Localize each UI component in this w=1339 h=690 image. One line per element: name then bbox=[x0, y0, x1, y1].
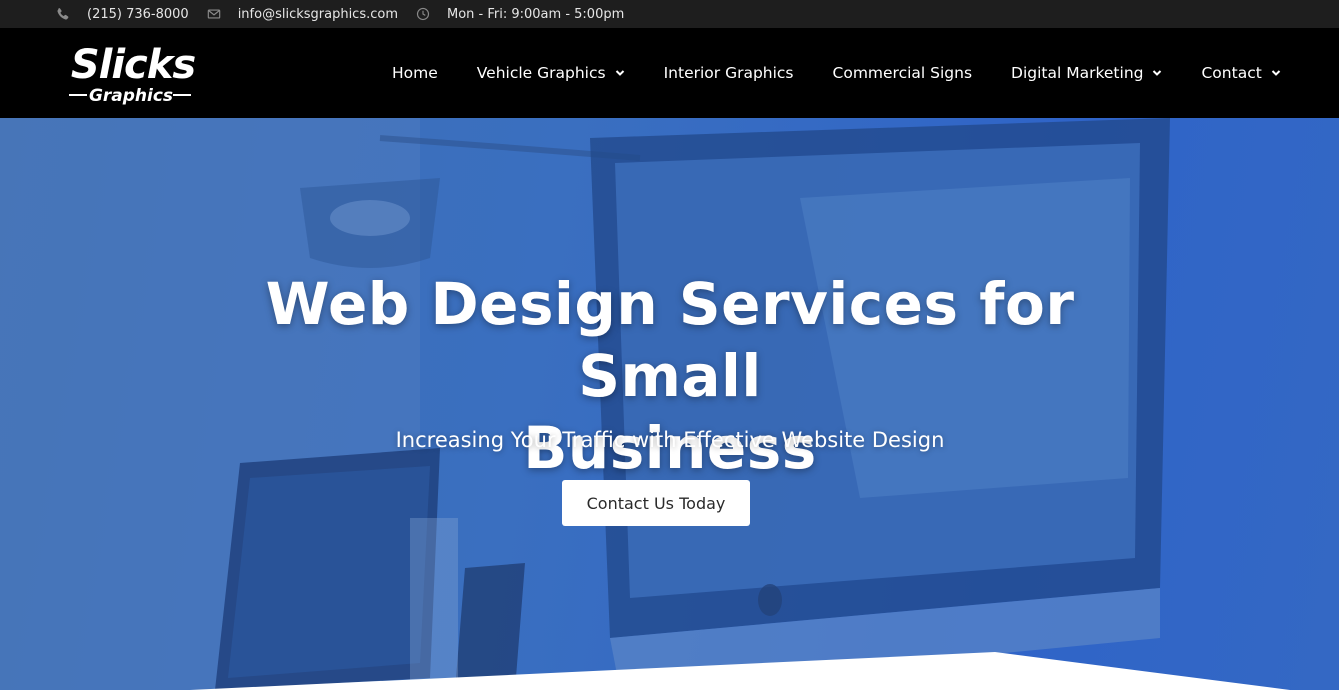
contact-us-today-button[interactable]: Contact Us Today bbox=[562, 480, 750, 526]
section-divider-shape bbox=[0, 630, 1339, 690]
nav-item-digital-marketing[interactable]: Digital Marketing bbox=[1011, 64, 1162, 82]
nav-item-label: Commercial Signs bbox=[832, 64, 973, 82]
email-address: info@slicksgraphics.com bbox=[237, 6, 398, 22]
nav-item-label: Digital Marketing bbox=[1011, 64, 1144, 82]
envelope-icon bbox=[207, 7, 221, 21]
phone-contact[interactable]: (215) 736-8000 bbox=[56, 7, 189, 22]
nav-item-label: Contact bbox=[1201, 64, 1262, 82]
nav-item-home[interactable]: Home bbox=[392, 64, 438, 82]
nav-item-label: Home bbox=[392, 64, 438, 82]
chevron-down-icon bbox=[615, 68, 625, 78]
svg-text:Slicks: Slicks bbox=[71, 42, 196, 88]
nav-item-commercial-signs[interactable]: Commercial Signs bbox=[833, 64, 973, 82]
nav-item-label: Interior Graphics bbox=[663, 64, 794, 82]
email-contact[interactable]: info@slicksgraphics.com bbox=[207, 7, 398, 22]
hero-subtitle: Increasing Your Traffic with Effective W… bbox=[395, 428, 945, 452]
phone-icon bbox=[56, 7, 70, 21]
hero-title-line-1: Web Design Services for Small bbox=[265, 270, 1075, 410]
main-navigation: Home Vehicle Graphics Interior Graphics … bbox=[392, 28, 1281, 118]
site-logo[interactable]: Slicks Graphics bbox=[55, 42, 211, 108]
hero-section: Web Design Services for Small Business I… bbox=[0, 118, 1339, 690]
nav-item-interior-graphics[interactable]: Interior Graphics bbox=[664, 64, 794, 82]
top-info-bar: (215) 736-8000 info@slicksgraphics.com M… bbox=[0, 0, 1339, 28]
clock-icon bbox=[416, 7, 430, 21]
site-header: Slicks Graphics Home Vehicle Graphics In… bbox=[0, 28, 1339, 118]
nav-item-label: Vehicle Graphics bbox=[476, 64, 606, 82]
phone-number: (215) 736-8000 bbox=[87, 6, 189, 22]
nav-item-vehicle-graphics[interactable]: Vehicle Graphics bbox=[477, 64, 625, 82]
business-hours: Mon - Fri: 9:00am - 5:00pm bbox=[416, 7, 624, 22]
hours-text: Mon - Fri: 9:00am - 5:00pm bbox=[447, 6, 625, 22]
chevron-down-icon bbox=[1271, 68, 1281, 78]
svg-text:Graphics: Graphics bbox=[89, 86, 173, 106]
chevron-down-icon bbox=[1152, 68, 1162, 78]
nav-item-contact[interactable]: Contact bbox=[1201, 64, 1281, 82]
